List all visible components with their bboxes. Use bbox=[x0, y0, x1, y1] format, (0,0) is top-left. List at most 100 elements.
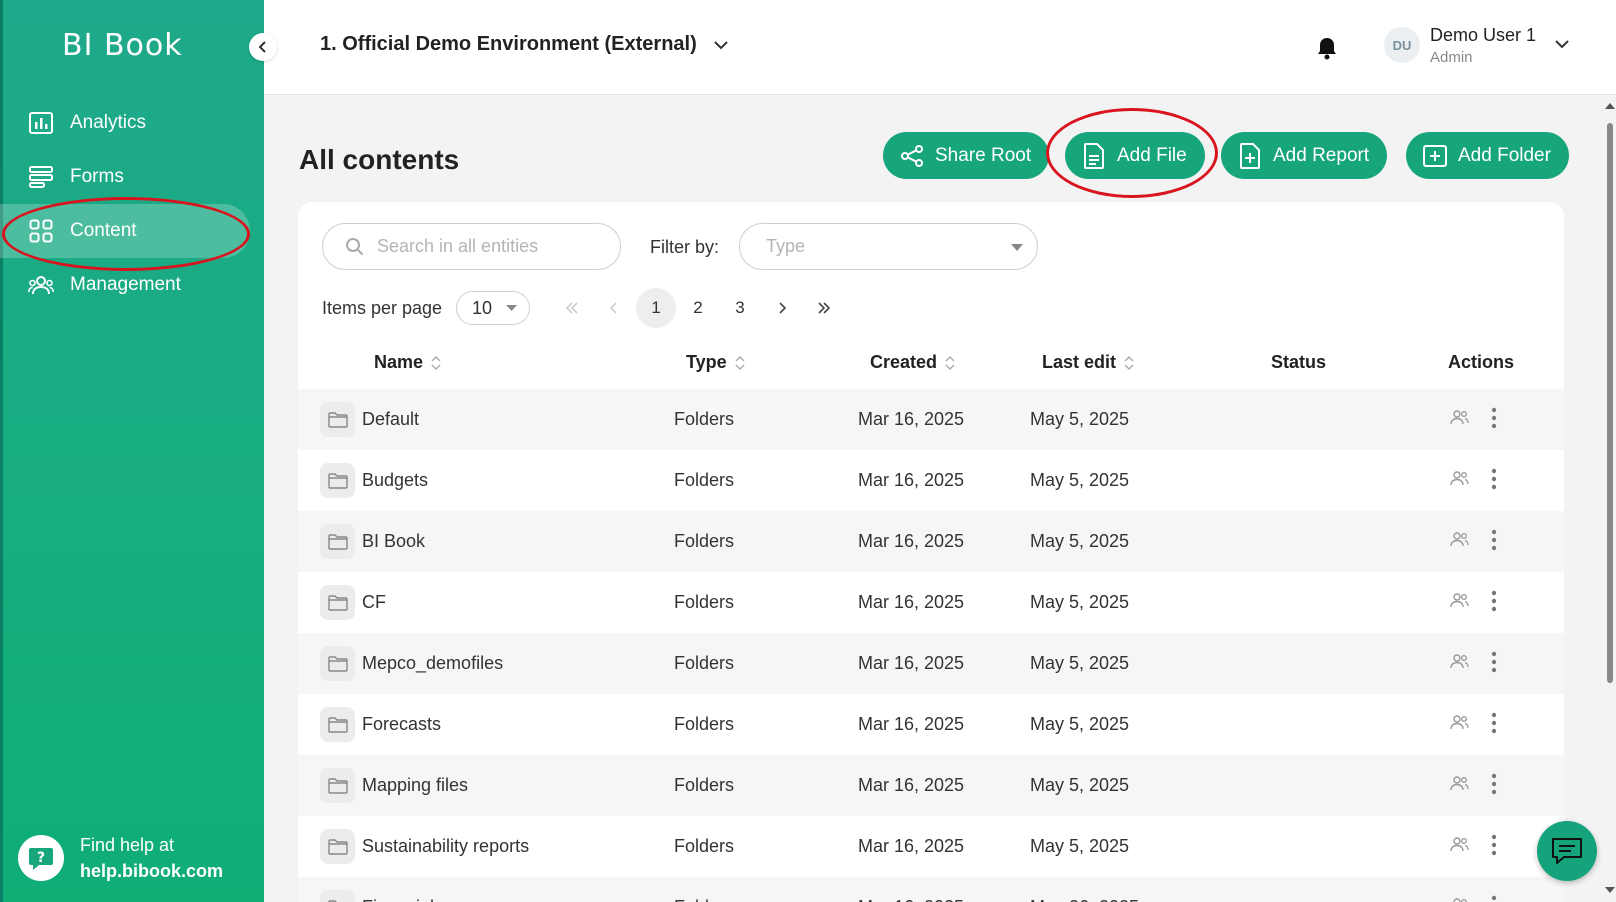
table-row[interactable]: Sustainability reports Folders Mar 16, 202… bbox=[298, 816, 1564, 877]
more-options-icon[interactable] bbox=[1491, 590, 1497, 617]
search-box[interactable] bbox=[322, 223, 621, 270]
page-2-button[interactable]: 2 bbox=[678, 288, 718, 328]
column-header-actions: Actions bbox=[1448, 352, 1515, 372]
row-name[interactable]: Budgets bbox=[362, 470, 428, 491]
share-users-icon[interactable] bbox=[1449, 836, 1469, 857]
sidebar-item-management[interactable]: Management bbox=[0, 258, 264, 312]
column-header-last-edit[interactable]: Last edit bbox=[1042, 352, 1134, 373]
folder-icon bbox=[320, 646, 355, 681]
more-options-icon[interactable] bbox=[1491, 529, 1497, 556]
row-name[interactable]: Default bbox=[362, 409, 419, 430]
page-1-button[interactable]: 1 bbox=[636, 288, 676, 328]
filter-label: Filter by: bbox=[650, 237, 720, 257]
contents-table-card: Filter by: Type Items per page 10 1 2 3 … bbox=[298, 202, 1564, 902]
share-users-icon[interactable] bbox=[1449, 775, 1469, 796]
help-link[interactable]: ? Find help at help.bibook.com bbox=[18, 832, 223, 884]
row-last-edit: May 5, 2025 bbox=[1030, 836, 1130, 856]
column-header-type[interactable]: Type bbox=[686, 352, 745, 373]
row-type: Folders bbox=[674, 897, 734, 902]
share-icon bbox=[899, 143, 925, 169]
caret-down-icon bbox=[506, 305, 517, 311]
row-created: Mar 16, 2025 bbox=[858, 592, 965, 612]
sort-icon bbox=[1124, 355, 1134, 370]
column-header-name[interactable]: Name bbox=[374, 352, 441, 373]
table-row[interactable]: Financials Folders Mar 16, 2025 May 26, 202… bbox=[298, 877, 1564, 902]
row-name[interactable]: Sustainability reports bbox=[362, 836, 529, 857]
row-type: Folders bbox=[674, 836, 735, 856]
more-options-icon[interactable] bbox=[1491, 834, 1497, 861]
row-type: Folders bbox=[674, 592, 735, 612]
share-users-icon[interactable] bbox=[1449, 531, 1469, 552]
bibook-logo[interactable]: BI Book bbox=[62, 28, 183, 63]
caret-down-icon bbox=[1011, 244, 1023, 251]
add-folder-button[interactable]: Add Folder bbox=[1406, 132, 1569, 179]
last-page-button[interactable] bbox=[804, 288, 844, 328]
sort-icon bbox=[735, 355, 745, 370]
row-name[interactable]: Mapping files bbox=[362, 775, 468, 796]
page-scrollbar[interactable] bbox=[1604, 95, 1616, 902]
share-users-icon[interactable] bbox=[1449, 897, 1469, 902]
row-name[interactable]: Mepco_demofiles bbox=[362, 653, 503, 674]
column-header-status: Status bbox=[1271, 352, 1327, 372]
next-page-button[interactable] bbox=[762, 288, 802, 328]
row-name[interactable]: CF bbox=[362, 592, 386, 613]
add-report-label: Add Report bbox=[1273, 144, 1370, 166]
more-options-icon[interactable] bbox=[1491, 651, 1497, 678]
collapse-sidebar-button[interactable] bbox=[249, 33, 277, 61]
share-users-icon[interactable] bbox=[1449, 409, 1469, 430]
more-options-icon[interactable] bbox=[1491, 407, 1497, 434]
add-report-icon bbox=[1237, 142, 1263, 169]
help-url[interactable]: help.bibook.com bbox=[80, 858, 223, 884]
table-row[interactable]: Default Folders Mar 16, 2025 May 5, 2025 bbox=[298, 389, 1564, 450]
share-users-icon[interactable] bbox=[1449, 653, 1469, 674]
sidebar-item-analytics[interactable]: Analytics bbox=[0, 96, 264, 150]
add-file-button[interactable]: Add File bbox=[1065, 132, 1205, 179]
row-name[interactable]: Financials bbox=[362, 897, 443, 902]
share-root-label: Share Root bbox=[935, 144, 1032, 166]
chevron-left-icon bbox=[258, 41, 266, 53]
row-created: Mar 16, 2025 bbox=[858, 653, 965, 673]
items-per-page-select[interactable]: 10 bbox=[456, 291, 530, 325]
row-name[interactable]: Forecasts bbox=[362, 714, 441, 735]
page-3-button[interactable]: 3 bbox=[720, 288, 760, 328]
share-users-icon[interactable] bbox=[1449, 470, 1469, 491]
table-row[interactable]: Forecasts Folders Mar 16, 2025 May 5, 2025 bbox=[298, 694, 1564, 755]
add-folder-icon bbox=[1422, 143, 1448, 169]
support-chat-button[interactable] bbox=[1537, 821, 1597, 881]
scrollbar-thumb[interactable] bbox=[1607, 123, 1613, 683]
row-type: Folders bbox=[674, 531, 735, 551]
table-row[interactable]: Mepco_demofiles Folders Mar 16, 2025 May 5,… bbox=[298, 633, 1564, 694]
content-grid-icon bbox=[28, 218, 54, 244]
notifications-bell-icon[interactable] bbox=[1316, 36, 1338, 65]
first-page-button[interactable] bbox=[552, 288, 592, 328]
table-row[interactable]: BI Book Folders Mar 16, 2025 May 5, 2025 bbox=[298, 511, 1564, 572]
column-header-created[interactable]: Created bbox=[870, 352, 955, 373]
search-input[interactable] bbox=[377, 236, 597, 257]
more-options-icon[interactable] bbox=[1491, 712, 1497, 739]
share-users-icon[interactable] bbox=[1449, 592, 1469, 613]
more-options-icon[interactable] bbox=[1491, 895, 1497, 902]
avatar[interactable]: DU bbox=[1384, 27, 1420, 63]
prev-page-button[interactable] bbox=[594, 288, 634, 328]
share-root-button[interactable]: Share Root bbox=[883, 132, 1050, 179]
chevron-down-icon bbox=[714, 40, 728, 49]
table-body: Default Folders Mar 16, 2025 May 5, 2025 Bud… bbox=[298, 389, 1564, 902]
folder-icon bbox=[320, 463, 355, 498]
table-row[interactable]: Mapping files Folders Mar 16, 2025 May 5, 2… bbox=[298, 755, 1564, 816]
more-options-icon[interactable] bbox=[1491, 773, 1497, 800]
analytics-icon bbox=[28, 110, 54, 136]
row-last-edit: May 26, 2025 bbox=[1030, 897, 1139, 902]
row-type: Folders bbox=[674, 775, 735, 795]
items-per-page-label: Items per page bbox=[322, 298, 443, 318]
table-row[interactable]: Budgets Folders Mar 16, 2025 May 5, 2025 bbox=[298, 450, 1564, 511]
user-menu-chevron-down-icon[interactable] bbox=[1554, 36, 1570, 54]
type-filter-select[interactable]: Type bbox=[739, 223, 1038, 270]
share-users-icon[interactable] bbox=[1449, 714, 1469, 735]
sidebar-item-forms[interactable]: Forms bbox=[0, 150, 264, 204]
table-row[interactable]: CF Folders Mar 16, 2025 May 5, 2025 bbox=[298, 572, 1564, 633]
environment-selector[interactable]: 1. Official Demo Environment (External) bbox=[320, 33, 729, 56]
more-options-icon[interactable] bbox=[1491, 468, 1497, 495]
sidebar-item-content[interactable]: Content bbox=[0, 204, 250, 258]
add-report-button[interactable]: Add Report bbox=[1221, 132, 1388, 179]
row-name[interactable]: BI Book bbox=[362, 531, 425, 552]
